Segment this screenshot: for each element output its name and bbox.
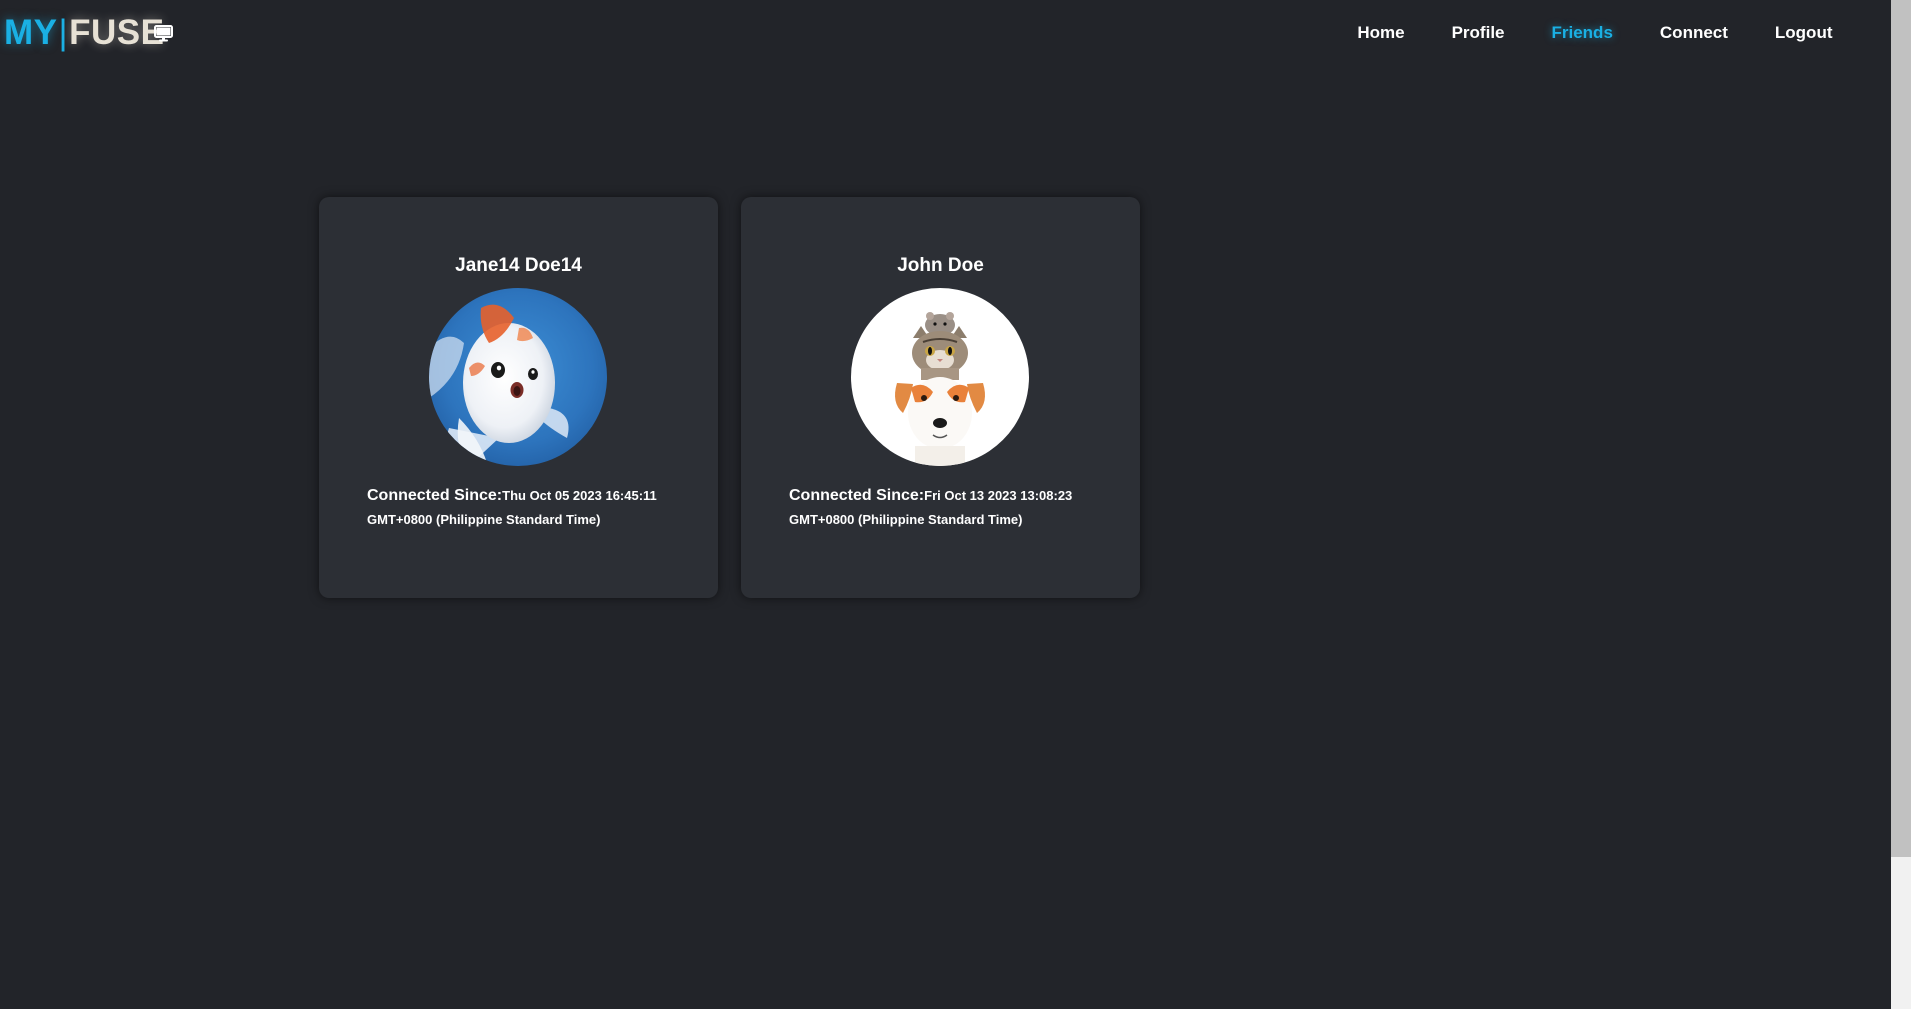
connected-since-label: Connected Since: bbox=[367, 487, 503, 504]
page-scrollbar[interactable] bbox=[1891, 0, 1911, 1009]
scrollbar-thumb[interactable] bbox=[1891, 0, 1911, 857]
friend-avatar-pets bbox=[851, 288, 1029, 466]
nav-logout-link[interactable]: Logout bbox=[1751, 22, 1856, 44]
monitor-icon bbox=[154, 25, 173, 42]
friend-card[interactable]: Jane14 Doe14 Connected Since:Thu Oct 05 … bbox=[319, 197, 718, 598]
nav-connect-link[interactable]: Connect bbox=[1636, 22, 1751, 44]
friend-avatar-goldfish bbox=[429, 288, 607, 466]
friend-name: Jane14 Doe14 bbox=[455, 255, 582, 276]
cat-dog-hamster-image bbox=[851, 288, 1029, 466]
brand-logo[interactable]: MY|FUSE bbox=[4, 12, 164, 54]
connected-since: Connected Since:Thu Oct 05 2023 16:45:11… bbox=[367, 484, 677, 532]
navbar: MY|FUSE Home Profile Friends Connect Log… bbox=[0, 0, 1891, 68]
brand-my: MY bbox=[4, 13, 58, 52]
friends-list: Jane14 Doe14 Connected Since:Thu Oct 05 … bbox=[319, 197, 1140, 598]
nav-links: Home Profile Friends Connect Logout bbox=[1334, 22, 1856, 44]
nav-friends-link[interactable]: Friends bbox=[1528, 22, 1636, 44]
nav-home-link[interactable]: Home bbox=[1334, 22, 1428, 44]
nav-profile-link[interactable]: Profile bbox=[1428, 22, 1528, 44]
friend-name: John Doe bbox=[897, 255, 984, 276]
connected-since-label: Connected Since: bbox=[789, 487, 925, 504]
friend-card[interactable]: John Doe Connected Since:Fri Oct 13 2023… bbox=[741, 197, 1140, 598]
brand-separator: | bbox=[58, 13, 69, 52]
connected-since: Connected Since:Fri Oct 13 2023 13:08:23… bbox=[789, 484, 1099, 532]
brand-fuse: FUSE bbox=[69, 13, 165, 52]
goldfish-image bbox=[429, 288, 607, 466]
